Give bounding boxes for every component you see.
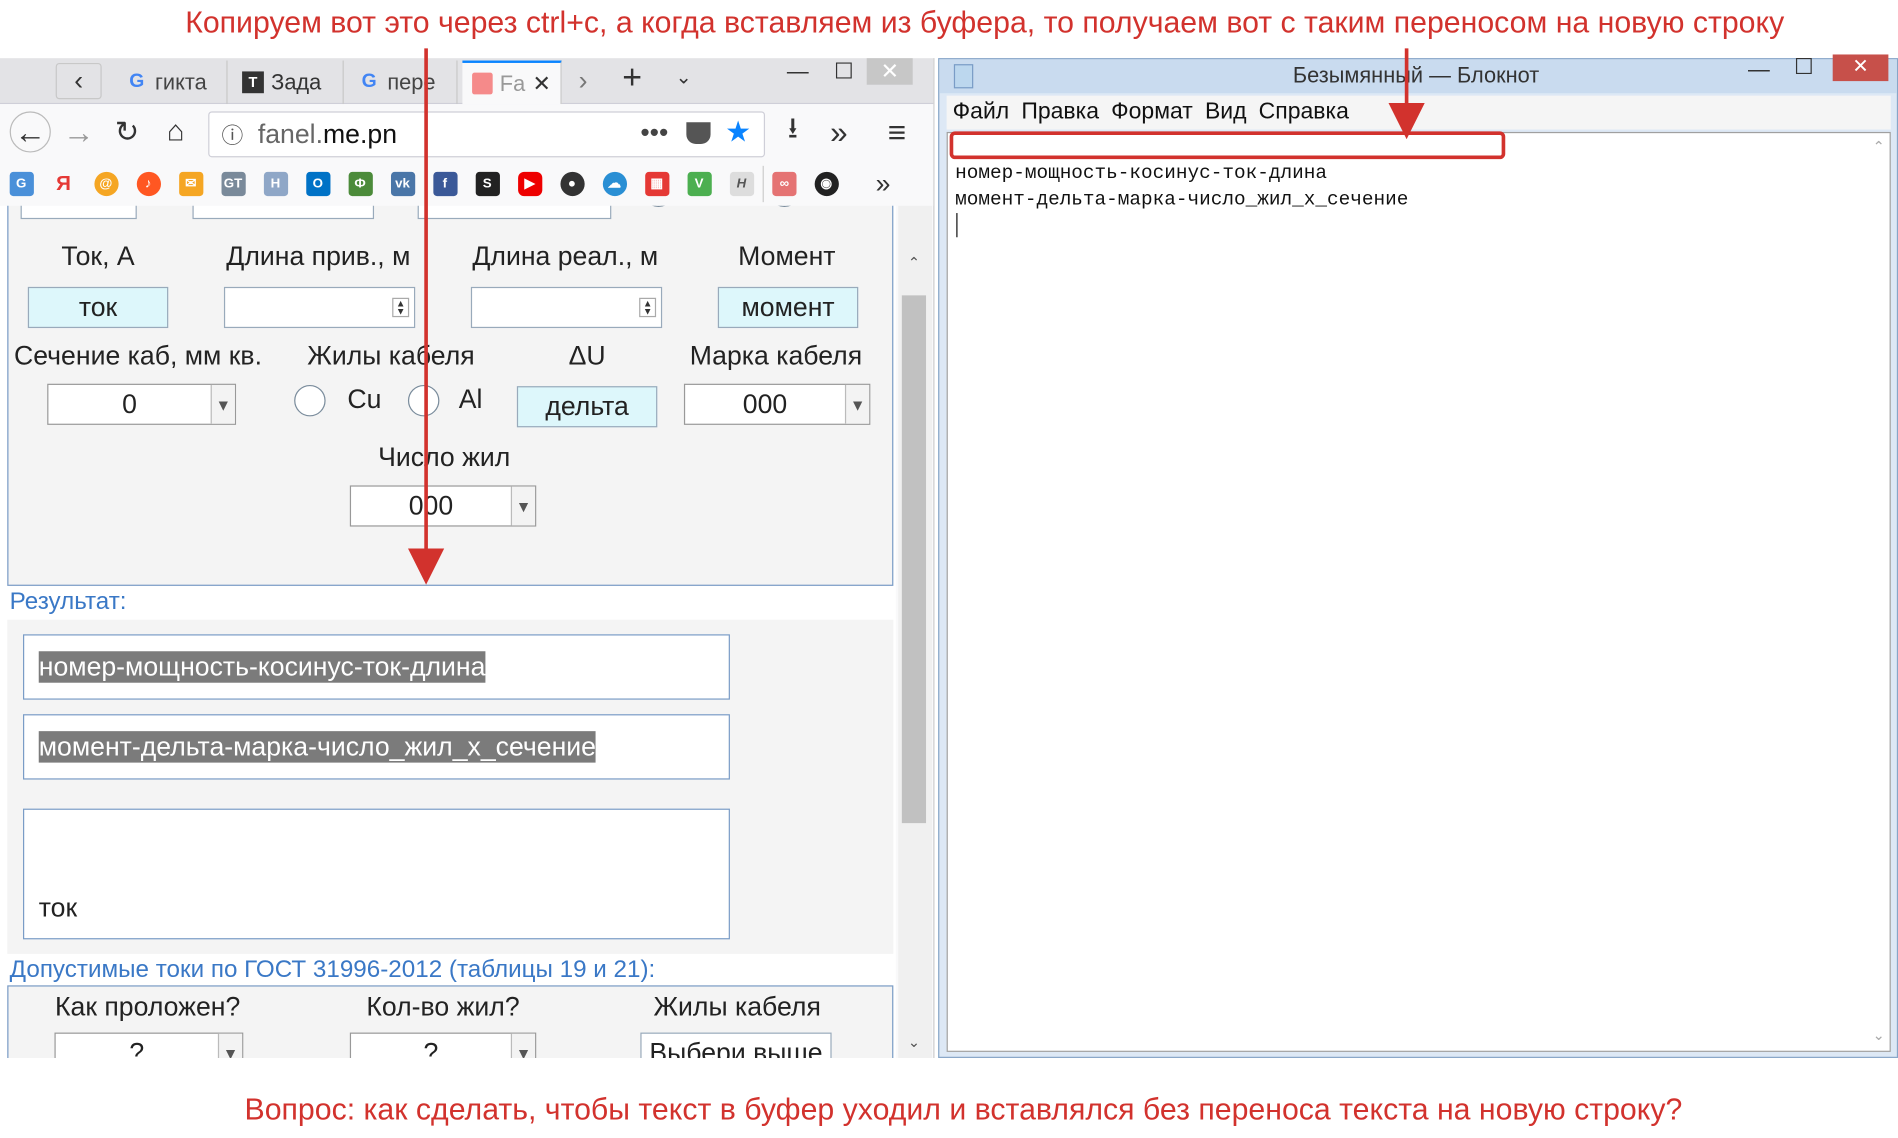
empty-line-highlight — [949, 131, 1506, 160]
annotation-overlay — [407, 48, 1506, 585]
bottom-annotation: Вопрос: как сделать, чтобы текст в буфер… — [244, 1093, 1683, 1127]
